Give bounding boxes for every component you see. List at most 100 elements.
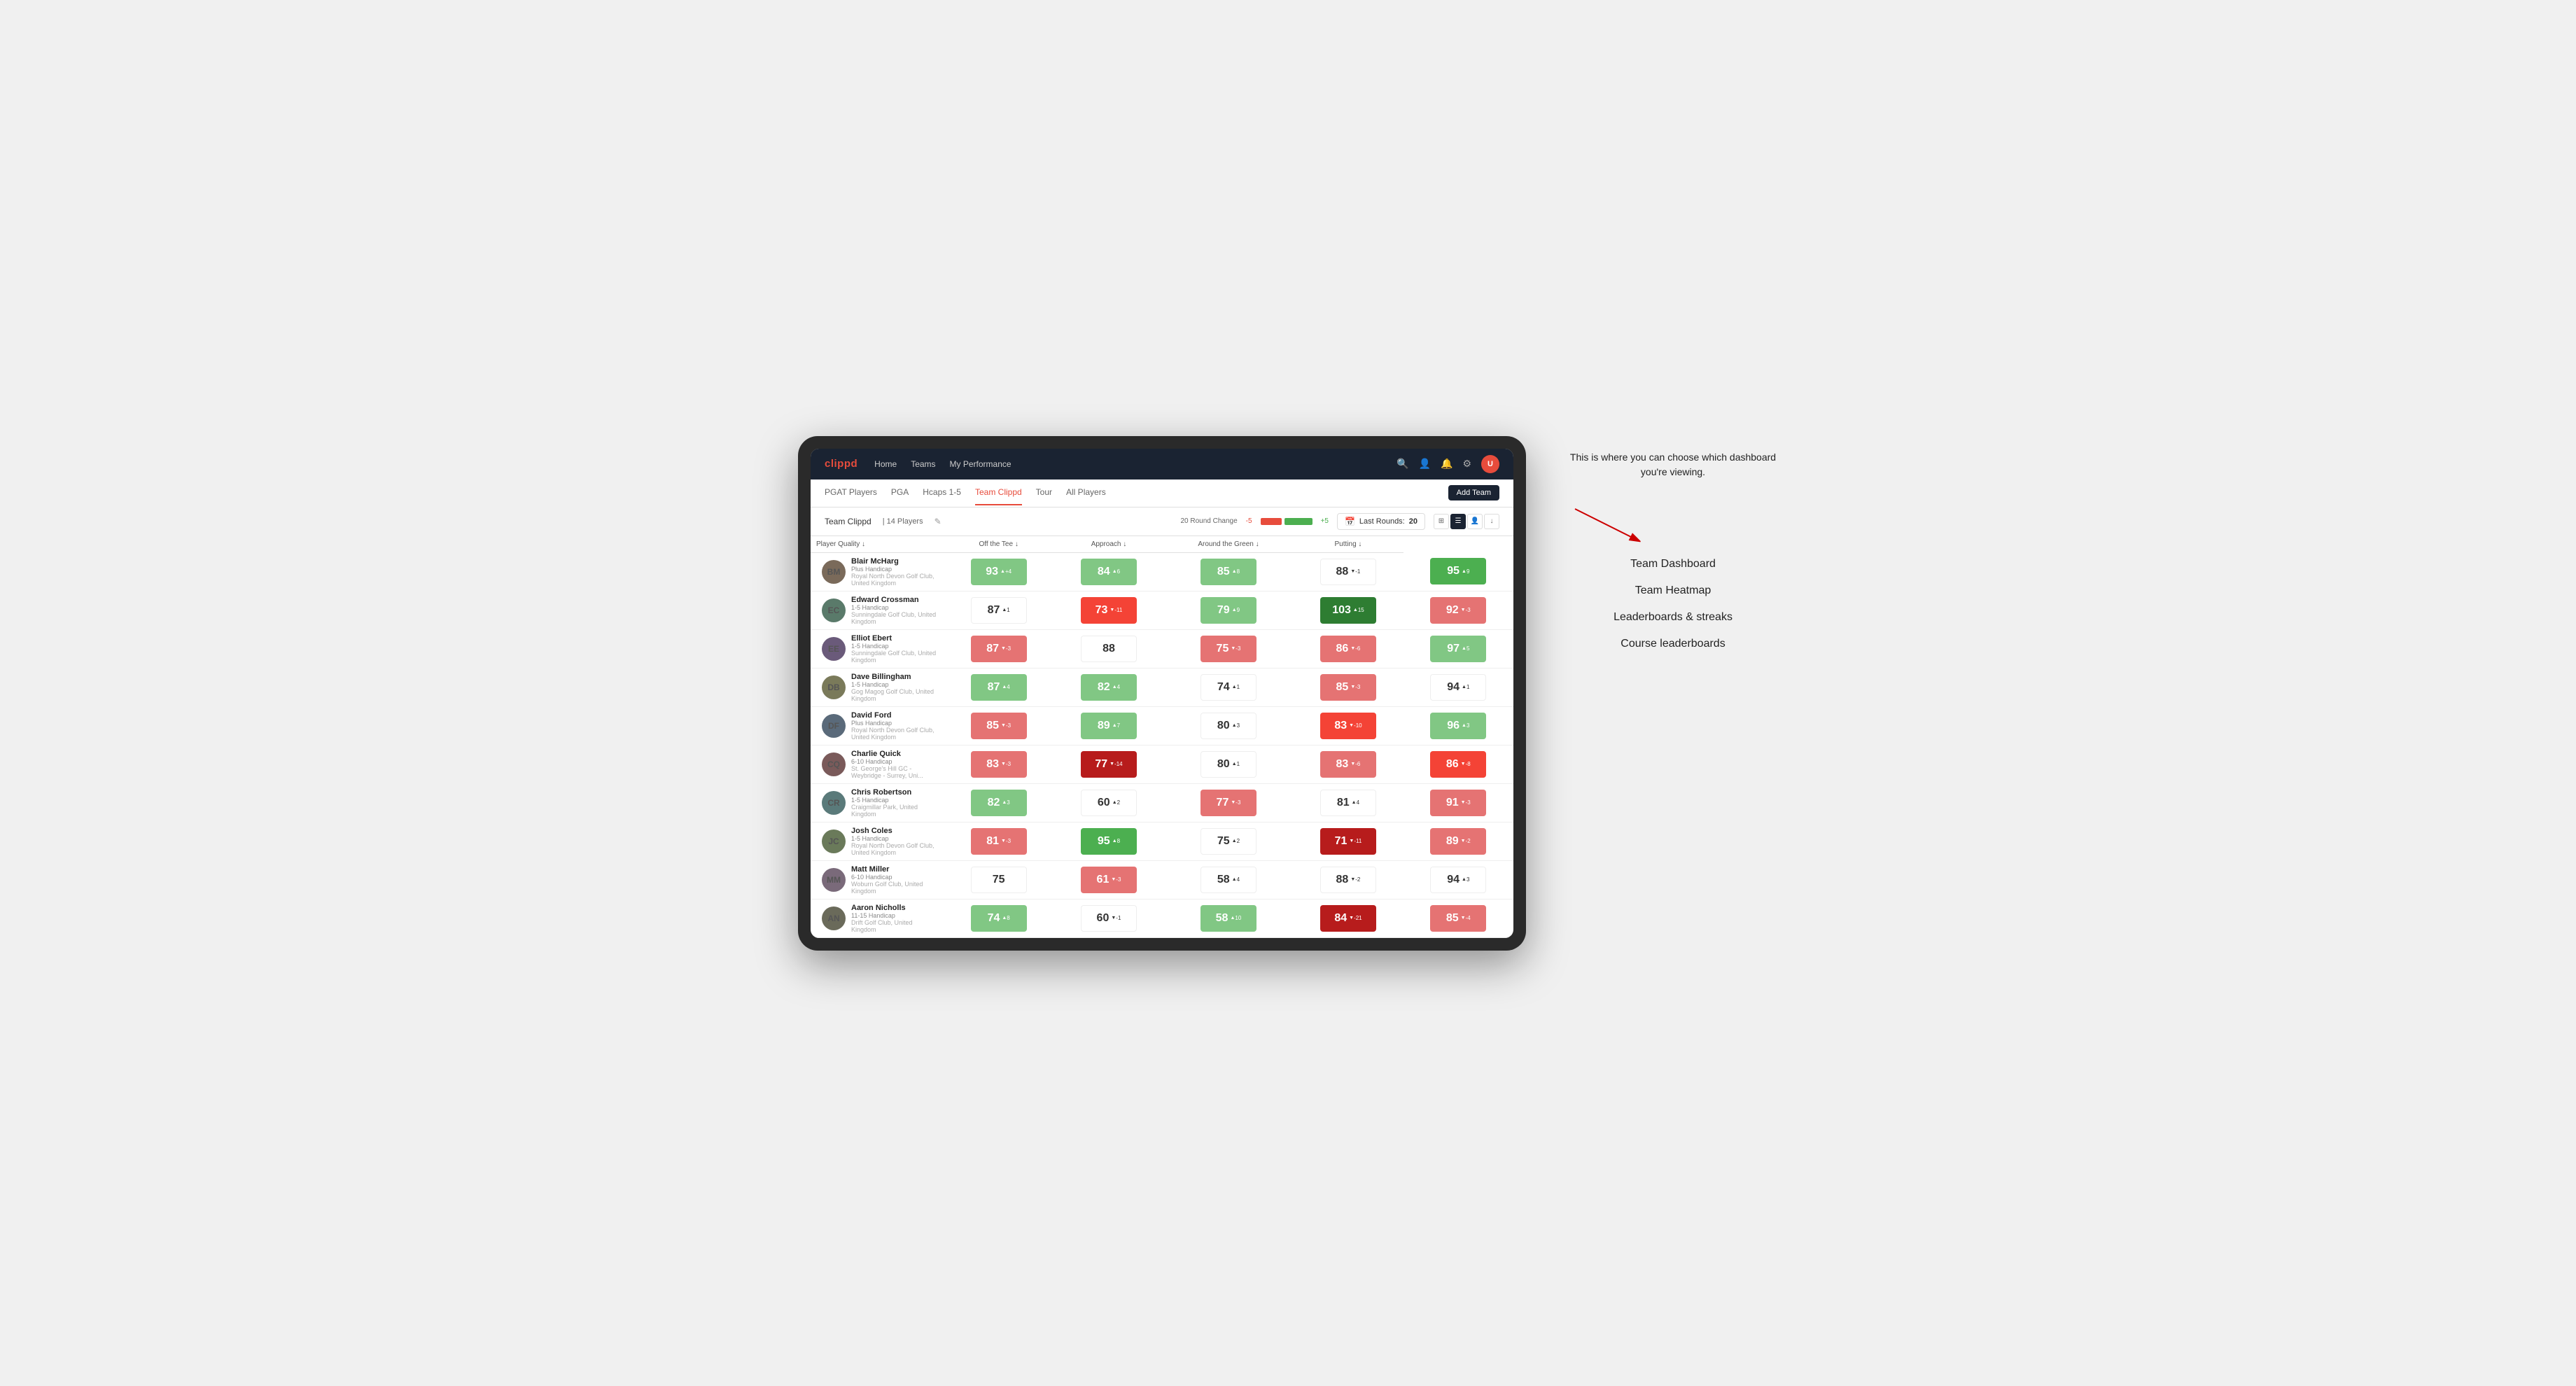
person-icon[interactable]: 👤 [1419, 458, 1431, 470]
edit-icon[interactable]: ✎ [934, 517, 941, 526]
metric-arrow: 3 [1462, 722, 1469, 729]
col-header-off-tee[interactable]: Off the Tee ↓ [944, 536, 1054, 553]
metric-value: 58 [1217, 874, 1230, 886]
metric-off_tee-0: 84 6 [1054, 552, 1163, 591]
metric-value: 89 [1098, 720, 1110, 732]
metric-box-around_green-9: 84 -21 [1320, 905, 1376, 932]
metric-arrow: 9 [1232, 607, 1240, 613]
metric-box-player_quality-3: 87 4 [971, 674, 1027, 701]
view-grid-btn[interactable]: ⊞ [1434, 514, 1449, 529]
bell-icon[interactable]: 🔔 [1441, 458, 1452, 470]
metric-box-putting-3: 94 1 [1430, 674, 1486, 701]
player-cell-1[interactable]: EC Edward Crossman 1-5 Handicap Sunningd… [811, 591, 944, 629]
metric-arrow: 3 [1002, 799, 1009, 806]
table-row: MM Matt Miller 6-10 Handicap Woburn Golf… [811, 860, 1513, 899]
metric-arrow: -3 [1001, 722, 1011, 729]
settings-icon[interactable]: ⚙ [1462, 458, 1471, 470]
metric-value: 77 [1217, 797, 1229, 809]
player-club-2: Sunningdale Golf Club, United Kingdom [851, 650, 938, 664]
tab-all-players[interactable]: All Players [1066, 480, 1106, 505]
player-club-6: Craigmillar Park, United Kingdom [851, 804, 938, 818]
annotation-panel: This is where you can choose which dashb… [1568, 436, 1778, 650]
tab-pga[interactable]: PGA [891, 480, 909, 505]
annotation-list: Team Dashboard Team Heatmap Leaderboards… [1568, 558, 1778, 650]
nav-myperformance[interactable]: My Performance [950, 456, 1011, 472]
metric-arrow: -3 [1231, 799, 1240, 806]
metric-value: 94 [1447, 874, 1460, 886]
player-cell-3[interactable]: DB Dave Billingham 1-5 Handicap Gog Mago… [811, 668, 944, 706]
metric-arrow: -4 [1461, 915, 1471, 921]
player-info-6: Chris Robertson 1-5 Handicap Craigmillar… [851, 788, 938, 818]
player-cell-7[interactable]: JC Josh Coles 1-5 Handicap Royal North D… [811, 822, 944, 860]
page-wrapper: clippd Home Teams My Performance 🔍 👤 🔔 ⚙… [798, 436, 1778, 951]
metric-value: 61 [1097, 874, 1110, 886]
tab-pgat-players[interactable]: PGAT Players [825, 480, 877, 505]
metric-box-player_quality-0: 93 +4 [971, 559, 1027, 585]
annotation-arrow-wrapper [1568, 502, 1778, 544]
player-cell-4[interactable]: DF David Ford Plus Handicap Royal North … [811, 706, 944, 745]
player-hcp-7: 1-5 Handicap [851, 835, 938, 842]
metric-arrow: 7 [1112, 722, 1120, 729]
last-rounds-button[interactable]: 📅 Last Rounds: 20 [1337, 513, 1425, 530]
user-avatar[interactable]: U [1481, 455, 1499, 473]
player-club-1: Sunningdale Golf Club, United Kingdom [851, 611, 938, 625]
col-header-player[interactable]: Player Quality ↓ [811, 536, 944, 553]
tab-hcaps[interactable]: Hcaps 1-5 [923, 480, 961, 505]
metric-box-approach-5: 80 1 [1200, 751, 1256, 778]
metric-arrow: 4 [1112, 684, 1120, 690]
metric-off_tee-9: 60 -1 [1054, 899, 1163, 937]
player-cell-8[interactable]: MM Matt Miller 6-10 Handicap Woburn Golf… [811, 860, 944, 899]
metric-box-off_tee-4: 89 7 [1081, 713, 1137, 739]
player-avatar-7: JC [822, 830, 846, 853]
metric-value: 91 [1446, 797, 1459, 809]
metric-arrow: -2 [1461, 838, 1471, 844]
metric-box-player_quality-7: 81 -3 [971, 828, 1027, 855]
metric-value: 81 [1337, 797, 1350, 809]
annotation-item-1: Team Heatmap [1568, 584, 1778, 597]
tab-team-clippd[interactable]: Team Clippd [975, 480, 1022, 505]
player-cell-9[interactable]: AN Aaron Nicholls 11-15 Handicap Drift G… [811, 899, 944, 937]
metric-approach-8: 58 4 [1164, 860, 1294, 899]
metric-approach-6: 77 -3 [1164, 783, 1294, 822]
metric-box-approach-2: 75 -3 [1200, 636, 1256, 662]
metric-box-approach-0: 85 8 [1200, 559, 1256, 585]
player-club-4: Royal North Devon Golf Club, United King… [851, 727, 938, 741]
tab-tour[interactable]: Tour [1036, 480, 1052, 505]
nav-home[interactable]: Home [874, 456, 897, 472]
metric-value: 103 [1332, 604, 1351, 617]
metric-value: 97 [1447, 643, 1460, 655]
round-change-label: 20 Round Change [1180, 517, 1237, 525]
player-cell-6[interactable]: CR Chris Robertson 1-5 Handicap Craigmil… [811, 783, 944, 822]
player-cell-2[interactable]: EE Elliot Ebert 1-5 Handicap Sunningdale… [811, 629, 944, 668]
view-person-btn[interactable]: 👤 [1467, 514, 1483, 529]
metric-arrow: +4 [1000, 568, 1011, 575]
metric-arrow: -3 [1461, 799, 1471, 806]
player-hcp-0: Plus Handicap [851, 566, 938, 573]
metric-putting-1: 92 -3 [1404, 591, 1513, 629]
metric-off_tee-5: 77 -14 [1054, 745, 1163, 783]
metric-box-putting-7: 89 -2 [1430, 828, 1486, 855]
metric-arrow: -3 [1461, 607, 1471, 613]
table-row: DF David Ford Plus Handicap Royal North … [811, 706, 1513, 745]
col-header-approach[interactable]: Approach ↓ [1054, 536, 1163, 553]
player-club-0: Royal North Devon Golf Club, United King… [851, 573, 938, 587]
metric-value: 83 [1336, 758, 1349, 771]
metric-arrow: 3 [1462, 876, 1469, 883]
player-cell-5[interactable]: CQ Charlie Quick 6-10 Handicap St. Georg… [811, 745, 944, 783]
add-team-button[interactable]: Add Team [1448, 485, 1499, 500]
metric-box-approach-3: 74 1 [1200, 674, 1256, 701]
view-download-btn[interactable]: ↓ [1484, 514, 1499, 529]
nav-teams[interactable]: Teams [911, 456, 935, 472]
player-cell-0[interactable]: BM Blair McHarg Plus Handicap Royal Nort… [811, 552, 944, 591]
view-list-btn[interactable]: ☰ [1450, 514, 1466, 529]
metric-arrow: 8 [1232, 568, 1240, 575]
metric-box-off_tee-5: 77 -14 [1081, 751, 1137, 778]
metric-arrow: -6 [1350, 645, 1360, 652]
col-header-around-green[interactable]: Around the Green ↓ [1164, 536, 1294, 553]
search-icon[interactable]: 🔍 [1396, 458, 1408, 470]
metric-arrow: -21 [1349, 915, 1362, 921]
col-header-putting[interactable]: Putting ↓ [1293, 536, 1403, 553]
metric-around_green-2: 86 -6 [1293, 629, 1403, 668]
tablet-device: clippd Home Teams My Performance 🔍 👤 🔔 ⚙… [798, 436, 1526, 951]
metric-approach-7: 75 2 [1164, 822, 1294, 860]
